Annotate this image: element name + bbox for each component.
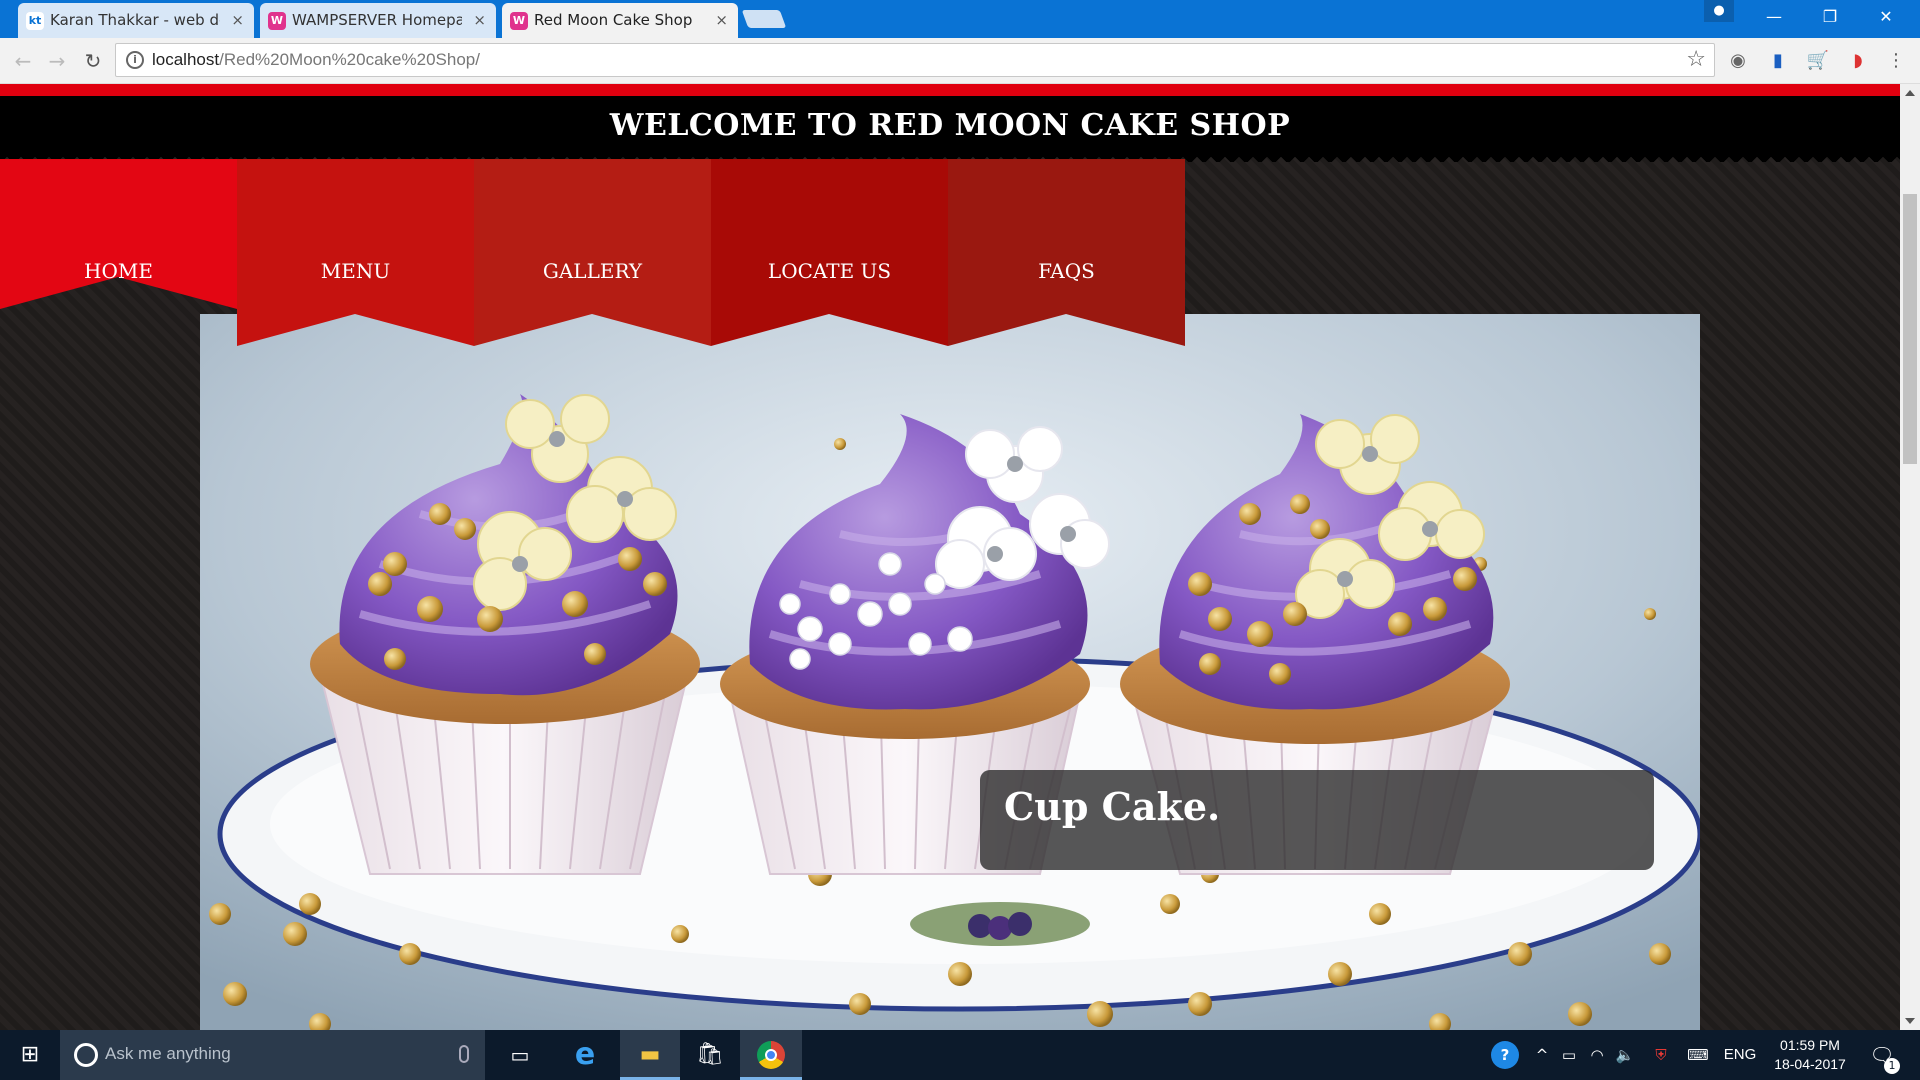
nav-banner-shape — [474, 159, 711, 346]
chrome-icon[interactable] — [740, 1030, 802, 1080]
nav-menu[interactable]: MENU — [237, 159, 474, 346]
scroll-up-arrow-icon[interactable] — [1905, 90, 1915, 96]
nav-banner-shape — [237, 159, 474, 346]
tab-close-icon[interactable]: × — [231, 3, 244, 38]
microphone-icon[interactable] — [459, 1045, 469, 1063]
tab-wampserver[interactable]: W WAMPSERVER Homepag × — [260, 3, 496, 38]
forward-arrow-icon[interactable]: → — [42, 46, 72, 76]
nav-faqs-label: FAQS — [1038, 259, 1095, 283]
cupcakes-illustration — [200, 314, 1700, 1030]
antivirus-shield-icon[interactable]: ⛨ — [1648, 1030, 1674, 1080]
menu-dots-icon[interactable]: ⋮ — [1884, 49, 1908, 73]
site-title: WELCOME TO RED MOON CAKE SHOP — [609, 108, 1291, 143]
slide-caption-text: Cup Cake. — [1004, 784, 1221, 829]
tab-title: Karan Thakkar - web des — [50, 11, 220, 29]
address-bar[interactable]: i localhost/Red%20Moon%20cake%20Shop/ ☆ — [115, 43, 1715, 77]
volume-icon[interactable]: 🔈 — [1612, 1030, 1638, 1080]
browser-titlebar: kt Karan Thakkar - web des × W WAMPSERVE… — [0, 0, 1920, 38]
hero-cupcake-image — [200, 314, 1700, 1030]
nav-locate-us[interactable]: LOCATE US — [711, 159, 948, 346]
url-path: /Red%20Moon%20cake%20Shop/ — [219, 50, 480, 69]
extension-red-icon[interactable]: ◗ — [1846, 49, 1870, 73]
help-icon[interactable]: ? — [1488, 1030, 1522, 1080]
info-icon[interactable]: i — [126, 51, 144, 69]
nav-menu-label: MENU — [320, 259, 391, 283]
keyboard-icon[interactable]: ⌨ — [1680, 1030, 1716, 1080]
reload-icon[interactable]: ↻ — [78, 46, 108, 76]
clock-time: 01:59 PM — [1780, 1037, 1840, 1053]
nav-banner-path — [711, 159, 948, 346]
tab-close-icon[interactable]: × — [473, 3, 486, 38]
user-profile-icon[interactable]: ● — [1704, 0, 1734, 22]
url-text[interactable]: localhost/Red%20Moon%20cake%20Shop/ — [152, 50, 480, 70]
tab-title: Red Moon Cake Shop — [534, 11, 693, 29]
scrollbar-thumb[interactable] — [1903, 194, 1917, 464]
battery-icon[interactable]: ▭ — [1556, 1030, 1582, 1080]
store-icon[interactable]: 🛍 — [680, 1030, 740, 1080]
wamp-favicon-icon: W — [268, 12, 286, 30]
extension-bookmark-icon[interactable]: ▮ — [1766, 49, 1790, 73]
nav-locate-us-label: LOCATE US — [767, 259, 892, 283]
new-tab-button[interactable] — [741, 10, 787, 28]
restore-button[interactable]: ❐ — [1802, 0, 1858, 34]
back-arrow-icon[interactable]: ← — [8, 46, 38, 76]
tab-title: WAMPSERVER Homepag — [292, 11, 462, 29]
wamp-favicon-icon: W — [510, 12, 528, 30]
wifi-icon[interactable]: ◠ — [1584, 1030, 1610, 1080]
windows-start-icon[interactable]: ⊞ — [0, 1030, 60, 1080]
file-explorer-icon[interactable]: ▬ — [620, 1030, 680, 1080]
windows-taskbar: ⊞ Ask me anything ▭ e ▬ 🛍 ? ^ ▭ ◠ 🔈 ⛨ ⌨ … — [0, 1030, 1920, 1080]
tab-red-moon-cake-shop[interactable]: W Red Moon Cake Shop × — [502, 3, 738, 38]
kt-favicon-icon: kt — [26, 12, 44, 30]
page-viewport: WELCOME TO RED MOON CAKE SHOP HOME MENU … — [0, 84, 1900, 1030]
close-button[interactable]: ✕ — [1858, 0, 1914, 34]
slide-caption: Cup Cake. — [980, 770, 1654, 870]
chrome-logo — [757, 1041, 785, 1069]
extension-globe-icon[interactable]: ◉ — [1726, 49, 1750, 73]
extension-cart-icon[interactable]: 🛒 — [1806, 49, 1830, 73]
bookmark-star-icon[interactable]: ☆ — [1686, 47, 1706, 72]
search-placeholder: Ask me anything — [105, 1044, 231, 1063]
cortana-search-box[interactable]: Ask me anything — [60, 1030, 485, 1080]
nav-home-label: HOME — [84, 259, 153, 283]
nav-banner-path — [237, 159, 474, 346]
nav-gallery[interactable]: GALLERY — [474, 159, 711, 346]
page-scrollbar[interactable] — [1900, 84, 1920, 1030]
system-clock[interactable]: 01:59 PM 18-04-2017 — [1765, 1036, 1855, 1074]
nav-gallery-label: GALLERY — [542, 259, 643, 283]
minimize-button[interactable]: — — [1746, 0, 1802, 34]
top-red-strip — [0, 84, 1900, 96]
url-host: localhost — [152, 50, 220, 69]
notification-count-badge: 1 — [1884, 1058, 1900, 1074]
nav-banner-path — [474, 159, 711, 346]
nav-banner-shape — [711, 159, 948, 346]
clock-date: 18-04-2017 — [1774, 1056, 1846, 1072]
task-view-icon[interactable]: ▭ — [495, 1030, 545, 1080]
cortana-circle-icon — [74, 1043, 98, 1067]
nav-banner-shape — [0, 159, 237, 309]
scroll-down-arrow-icon[interactable] — [1905, 1018, 1915, 1024]
browser-toolbar: ← → ↻ i localhost/Red%20Moon%20cake%20Sh… — [0, 38, 1920, 84]
edge-browser-icon[interactable]: e — [555, 1030, 615, 1080]
nav-banner-shape — [948, 159, 1185, 346]
show-hidden-icons-chevron-icon[interactable]: ^ — [1530, 1030, 1554, 1080]
nav-banner-path — [0, 159, 237, 309]
tab-karan-thakkar[interactable]: kt Karan Thakkar - web des × — [18, 3, 254, 38]
nav-home[interactable]: HOME — [0, 159, 237, 346]
tab-close-icon[interactable]: × — [715, 3, 728, 38]
language-indicator[interactable]: ENG — [1720, 1030, 1760, 1080]
nav-faqs[interactable]: FAQS — [948, 159, 1185, 346]
nav-banner-path — [948, 159, 1185, 346]
